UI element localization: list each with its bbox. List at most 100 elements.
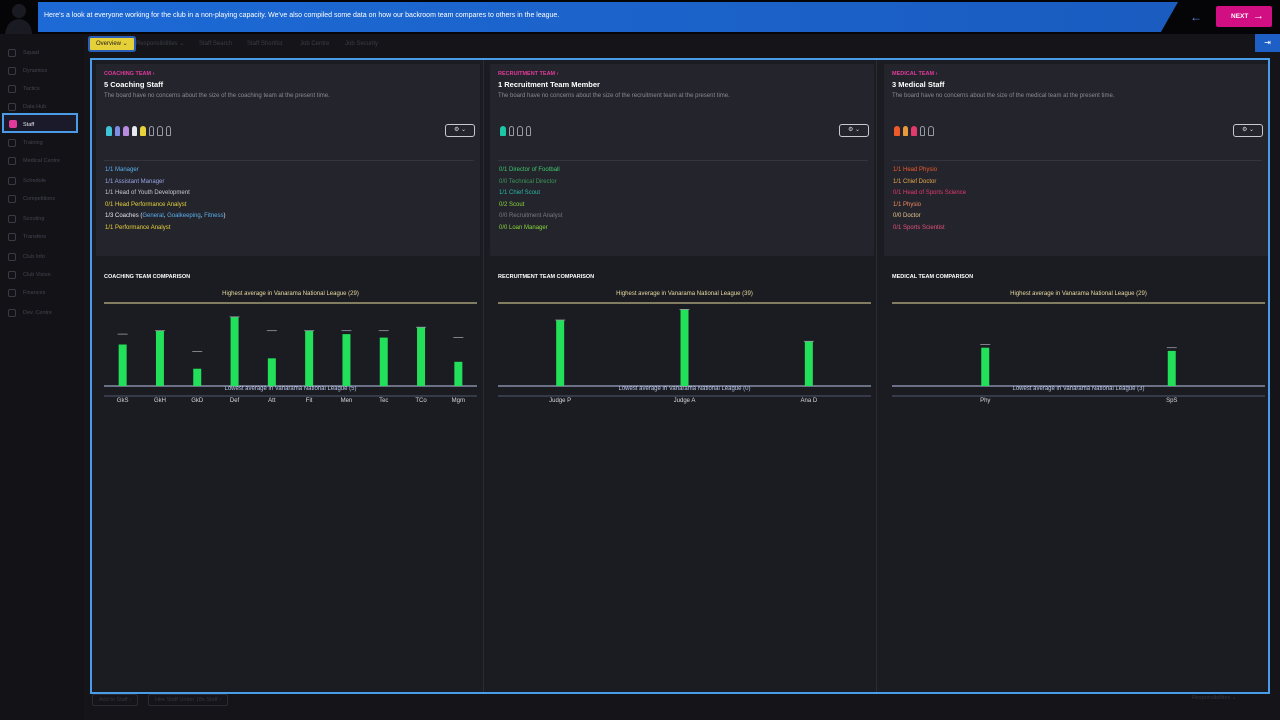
coach-type-link[interactable]: Goalkeeping xyxy=(167,213,201,219)
team-size-title: 5 Coaching Staff xyxy=(104,80,164,89)
bar-men[interactable] xyxy=(342,334,351,386)
coach-type-link[interactable]: General xyxy=(142,213,163,219)
lowest-average-label: Lowest average in Vanarama National Leag… xyxy=(224,386,357,392)
role-row[interactable]: 1/3 Coaches (General, Goalkeeping, Fitne… xyxy=(105,211,225,223)
tab-job-security[interactable]: Job Security xyxy=(345,38,378,50)
person-icon xyxy=(928,126,934,136)
role-row[interactable]: 0/1 Head of Sports Science xyxy=(893,188,966,200)
sidebar-item-squad[interactable]: Squad xyxy=(6,46,80,60)
role-row[interactable]: 0/0 Technical Director xyxy=(499,177,562,189)
comparison-chart-svg xyxy=(104,302,477,397)
bar-mgm[interactable] xyxy=(454,361,463,386)
tab-overview[interactable]: Overview ⌄ xyxy=(90,38,134,50)
bar-judge-a[interactable] xyxy=(680,309,689,386)
role-row[interactable]: 1/1 Chief Scout xyxy=(499,188,562,200)
role-row[interactable]: 0/1 Sports Scientist xyxy=(893,223,966,235)
add-staff-button[interactable]: Add to Staff › xyxy=(92,694,139,706)
bar-fit[interactable] xyxy=(305,330,314,386)
bar-tec[interactable] xyxy=(379,337,388,386)
divider xyxy=(892,160,1262,161)
role-label: 0/1 Sports Scientist xyxy=(893,224,945,231)
category-label: Judge P xyxy=(549,398,572,404)
role-row[interactable]: 1/1 Manager xyxy=(105,165,225,177)
bar-phy[interactable] xyxy=(981,347,990,386)
hire-staff-button[interactable]: Hire Staff Under 18s Staff › xyxy=(148,694,228,706)
tab-staff-search[interactable]: Staff Search xyxy=(199,38,232,50)
category-label: Tec xyxy=(379,398,389,404)
bar-tco[interactable] xyxy=(417,327,426,386)
sidebar-item-label: Tactics xyxy=(23,86,40,92)
sidebar-item-label: Competitions xyxy=(23,196,56,202)
team-link[interactable]: MEDICAL TEAM › xyxy=(892,71,937,77)
role-row[interactable]: 0/0 Loan Manager xyxy=(499,223,562,235)
sidebar-item-competitions[interactable]: Competitions xyxy=(6,192,80,206)
role-row[interactable]: 1/1 Head Physio xyxy=(893,165,966,177)
filter-dropdown[interactable]: ⚙ ⌄ xyxy=(1233,124,1263,137)
tab-job-centre[interactable]: Job Centre xyxy=(300,38,329,50)
comparison-title: COACHING TEAM COMPARISON xyxy=(104,274,191,280)
person-icon xyxy=(114,126,120,136)
sidebar-item-scouting[interactable]: Scouting xyxy=(6,212,80,226)
person-icon xyxy=(131,126,137,136)
bar-def[interactable] xyxy=(230,316,239,386)
role-label: 1/1 Head of Youth Development xyxy=(105,190,190,196)
sidebar-item-club-vision[interactable]: Club Vision xyxy=(6,268,80,282)
bar-gkh[interactable] xyxy=(155,330,164,386)
bar-gks[interactable] xyxy=(118,344,127,387)
arrow-left-icon[interactable]: ← xyxy=(1186,8,1206,26)
arrow-right-icon: → xyxy=(1253,10,1264,22)
team-link[interactable]: RECRUITMENT TEAM › xyxy=(498,71,559,77)
role-row[interactable]: 1/1 Assistant Manager xyxy=(105,177,225,189)
filter-dropdown[interactable]: ⚙ ⌄ xyxy=(839,124,869,137)
export-icon[interactable]: ⇥ xyxy=(1255,34,1280,52)
coach-type-link[interactable]: Fitness xyxy=(204,213,223,219)
role-label: 1/3 Coaches ( xyxy=(105,213,143,219)
person-icon xyxy=(123,126,129,136)
next-button[interactable]: NEXT → xyxy=(1216,6,1272,27)
role-row[interactable]: 1/1 Chief Doctor xyxy=(893,177,966,189)
role-label: 0/1 Director of Football xyxy=(499,167,560,173)
role-label: 0/1 Head of Sports Science xyxy=(893,190,967,196)
bar-att[interactable] xyxy=(267,358,276,386)
sidebar-item-medical-centre[interactable]: Medical Centre xyxy=(6,154,80,168)
lowest-average-label: Lowest average in Vanarama National Leag… xyxy=(1012,386,1145,392)
role-row[interactable]: 0/1 Head Performance Analyst xyxy=(105,200,225,212)
category-label: Def xyxy=(229,398,240,404)
sidebar-item-dynamics[interactable]: Dynamics xyxy=(6,64,80,78)
role-row[interactable]: 1/1 Physio xyxy=(893,200,966,212)
sidebar-item-data-hub[interactable]: Data Hub xyxy=(6,100,80,114)
sidebar-item-finances[interactable]: Finances xyxy=(6,286,80,300)
category-label: Mgm xyxy=(451,398,466,404)
bar-judge-p[interactable] xyxy=(556,320,565,386)
tab-responsibilities[interactable]: Responsibilities ⌄ xyxy=(136,38,184,50)
club-info-icon xyxy=(8,253,16,261)
comparison-title: RECRUITMENT TEAM COMPARISON xyxy=(498,274,595,280)
tab-staff-shortlist[interactable]: Staff Shortlist xyxy=(247,38,283,50)
filter-dropdown[interactable]: ⚙ ⌄ xyxy=(445,124,475,137)
sidebar-item-tactics[interactable]: Tactics xyxy=(6,82,80,96)
bar-gkd[interactable] xyxy=(193,368,202,386)
category-label: Judge A xyxy=(673,398,696,404)
role-row[interactable]: 0/2 Scout xyxy=(499,200,562,212)
role-row[interactable]: 1/1 Head of Youth Development xyxy=(105,188,225,200)
role-row[interactable]: 1/1 Performance Analyst xyxy=(105,223,225,235)
comparison-chart-svg xyxy=(892,302,1265,397)
sidebar-item-dev-centre[interactable]: Dev. Centre xyxy=(6,306,80,320)
sidebar-item-staff[interactable]: Staff xyxy=(2,113,78,133)
team-link[interactable]: COACHING TEAM › xyxy=(104,71,154,77)
category-label: Phy xyxy=(980,398,991,404)
sidebar-item-schedule[interactable]: Schedule xyxy=(6,174,80,188)
staff-figures xyxy=(894,126,934,138)
bar-ana-d[interactable] xyxy=(804,341,813,386)
person-icon xyxy=(165,126,171,136)
category-label: Ana D xyxy=(800,398,818,404)
responsibilities-dropdown[interactable]: Responsibilities ⌄ xyxy=(1192,695,1236,701)
role-row[interactable]: 0/0 Doctor xyxy=(893,211,966,223)
sidebar-item-club-info[interactable]: Club Info xyxy=(6,250,80,264)
team-comparison-chart: GkS GkH GkD Def Att Fit Men Tec TCo Mgm Highest av… xyxy=(104,286,477,416)
role-row[interactable]: 0/0 Recruitment Analyst xyxy=(499,211,562,223)
role-row[interactable]: 0/1 Director of Football xyxy=(499,165,562,177)
bar-sps[interactable] xyxy=(1167,350,1176,386)
sidebar-item-training[interactable]: Training xyxy=(6,136,80,150)
sidebar-item-transfers[interactable]: Transfers xyxy=(6,230,80,244)
